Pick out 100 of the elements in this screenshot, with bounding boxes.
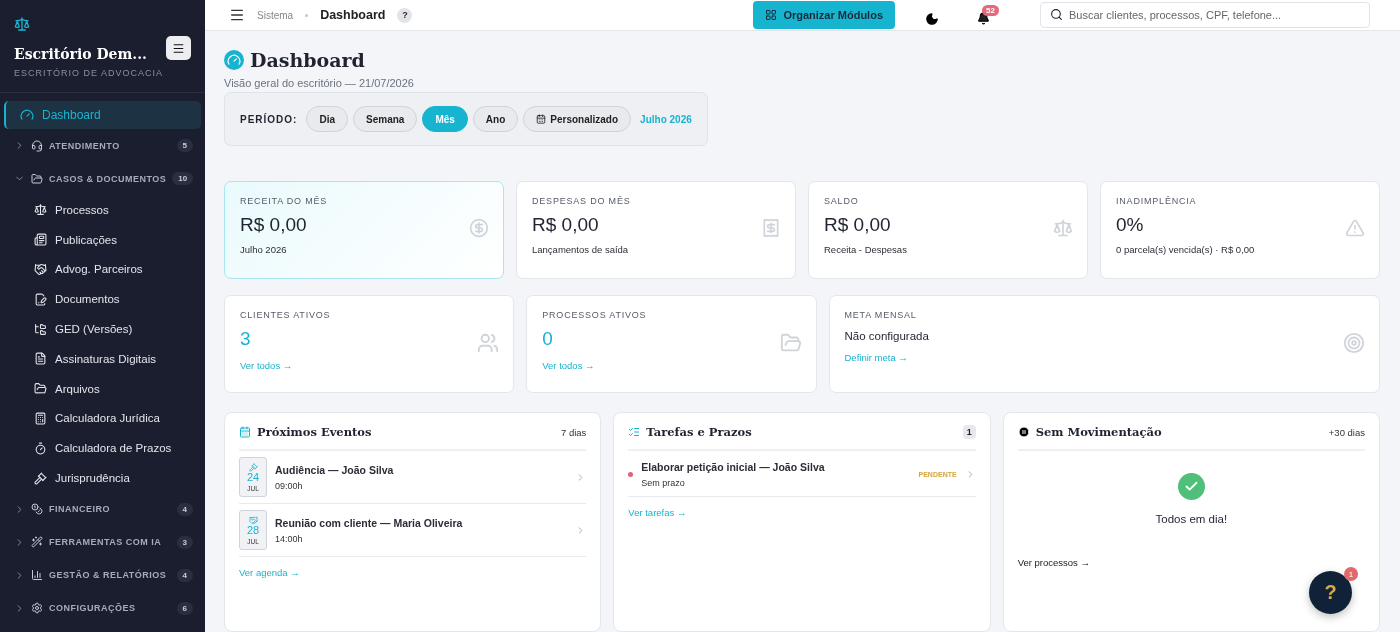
help-button[interactable]: ? bbox=[397, 7, 413, 23]
count-badge: 5 bbox=[176, 139, 193, 152]
stat-label: INADIMPLÊNCIA bbox=[1116, 196, 1198, 206]
handshake-icon bbox=[34, 263, 47, 276]
grid-icon bbox=[765, 9, 778, 21]
sidebar-item[interactable]: Dashboard bbox=[4, 101, 201, 129]
panel-title: Sem Movimentação bbox=[1035, 425, 1162, 439]
page-subtitle: Visão geral do escritório — 21/07/2026 bbox=[224, 77, 415, 89]
check-icon bbox=[1177, 473, 1205, 500]
scale-icon bbox=[1053, 218, 1073, 238]
panel-title: Tarefas e Prazos bbox=[646, 425, 752, 439]
stat-value: R$ 0,00 bbox=[824, 214, 891, 236]
sidebar-item[interactable]: Calculadora de Prazos bbox=[4, 433, 201, 464]
document-icon bbox=[34, 292, 47, 306]
scale-icon bbox=[14, 16, 30, 32]
sidebar-item[interactable]: Documentos bbox=[4, 284, 201, 315]
stat-label: META MENSAL bbox=[844, 310, 918, 320]
sidebar-group[interactable]: CONFIGURAÇÕES 6 bbox=[4, 591, 201, 625]
coins-icon bbox=[31, 503, 43, 516]
sidebar-item[interactable]: Calculadora Jurídica bbox=[4, 403, 201, 434]
notification-badge: 52 bbox=[982, 5, 999, 16]
event-title: Reunião com cliente — Maria Oliveira bbox=[275, 516, 463, 529]
stat-value: 3 bbox=[240, 328, 251, 350]
panel-meta: 7 dias bbox=[560, 426, 587, 438]
task-title: Elaborar petição inicial — João Silva bbox=[641, 461, 825, 473]
folder-icon bbox=[31, 172, 43, 185]
panel-meta: +30 dias bbox=[1328, 426, 1365, 438]
count-badge: 3 bbox=[176, 535, 193, 549]
event-time: 09:00h bbox=[275, 480, 304, 491]
sidebar-group[interactable]: FERRAMENTAS COM IA 3 bbox=[4, 525, 201, 559]
sidebar-group[interactable]: CASOS & DOCUMENTOS 10 bbox=[4, 162, 201, 195]
stat-note: Lançamentos de saída bbox=[532, 244, 630, 255]
coin-icon bbox=[469, 218, 489, 238]
period-label: PERÍODO: bbox=[240, 113, 298, 125]
sidebar-item[interactable]: Advog. Parceiros bbox=[4, 254, 201, 285]
stat-note: Julho 2026 bbox=[240, 244, 288, 255]
headset-icon bbox=[31, 139, 43, 152]
count-badge: 6 bbox=[176, 601, 193, 615]
newspaper-icon bbox=[34, 233, 47, 247]
gauge-icon bbox=[224, 50, 244, 70]
breadcrumb-item: Dashboard bbox=[320, 8, 386, 22]
folder-icon bbox=[34, 382, 47, 396]
organize-button[interactable]: Organizar Módulos bbox=[753, 1, 895, 29]
calculator-icon bbox=[34, 411, 47, 425]
event-title: Audiência — João Silva bbox=[275, 463, 394, 476]
period-button[interactable]: Personalizado bbox=[523, 106, 632, 132]
separator-dot bbox=[305, 13, 309, 17]
count-badge: 1 bbox=[962, 425, 976, 439]
event-day: 24 bbox=[246, 471, 260, 483]
brand-name: Escritório Dem... bbox=[14, 46, 148, 62]
chart-icon bbox=[31, 569, 43, 582]
sidebar-item[interactable]: Arquivos bbox=[4, 373, 201, 404]
receipt-icon bbox=[761, 218, 781, 238]
period-button[interactable]: Semana bbox=[353, 106, 418, 132]
stat-value: R$ 0,00 bbox=[240, 214, 307, 236]
search-field[interactable]: Buscar clientes, processos, CPF, telefone... bbox=[1040, 2, 1370, 28]
sidebar-item[interactable]: Jurisprudência bbox=[4, 463, 201, 493]
stat-note: 0 parcela(s) vencida(s) · R$ 0,00 bbox=[1116, 244, 1256, 255]
gear-icon bbox=[31, 602, 43, 615]
gauge-icon bbox=[20, 108, 34, 122]
period-button[interactable]: Dia bbox=[306, 106, 348, 132]
processes-link[interactable]: Ver processos → bbox=[1017, 557, 1090, 568]
checklist-icon bbox=[628, 426, 641, 438]
event-day: 28 bbox=[246, 524, 260, 536]
sidebar-item[interactable]: GED (Versões) bbox=[4, 314, 201, 344]
warning-icon bbox=[1345, 218, 1365, 238]
target-icon bbox=[1343, 332, 1365, 354]
menu-icon bbox=[172, 41, 185, 55]
period-current: Julho 2026 bbox=[640, 113, 692, 125]
fab-badge: 1 bbox=[1344, 567, 1358, 581]
empty-message: Todos em dia! bbox=[1155, 513, 1228, 525]
stat-label: RECEITA DO MÊS bbox=[240, 196, 329, 206]
count-badge: 4 bbox=[176, 568, 193, 582]
gavel-icon bbox=[248, 462, 258, 472]
gavel-icon bbox=[34, 471, 47, 485]
stat-label: DESPESAS DO MÊS bbox=[532, 196, 632, 206]
task-due: Sem prazo bbox=[641, 478, 686, 488]
search-icon bbox=[1050, 8, 1063, 21]
panel-title: Próximos Eventos bbox=[257, 425, 372, 439]
sidebar-group[interactable]: ATENDIMENTO 5 bbox=[4, 129, 201, 162]
wand-icon bbox=[31, 536, 43, 549]
stat-value: R$ 0,00 bbox=[532, 214, 599, 236]
stat-value: 0% bbox=[1116, 214, 1144, 236]
breadcrumb-item[interactable]: Sistema bbox=[257, 9, 294, 21]
period-button[interactable]: Ano bbox=[472, 106, 519, 132]
handshake-icon bbox=[248, 515, 258, 525]
sidebar-group[interactable]: GESTÃO & RELATÓRIOS 4 bbox=[4, 558, 201, 592]
menu-icon[interactable] bbox=[229, 7, 245, 23]
sidebar-item[interactable]: Publicações bbox=[4, 224, 201, 255]
sidebar-group[interactable]: FINANCEIRO 4 bbox=[4, 492, 201, 526]
event-time: 14:00h bbox=[275, 533, 304, 544]
stat-label: CLIENTES ATIVOS bbox=[240, 310, 332, 320]
stopwatch-icon bbox=[34, 441, 47, 455]
calendar-icon bbox=[536, 114, 547, 124]
menu-button[interactable] bbox=[166, 36, 191, 60]
sidebar-item[interactable]: Assinaturas Digitais bbox=[4, 344, 201, 374]
moon-icon bbox=[925, 11, 939, 26]
tree-icon bbox=[34, 322, 47, 336]
sidebar-item[interactable]: Processos bbox=[4, 195, 201, 225]
stat-note: Receita - Despesas bbox=[824, 244, 908, 255]
